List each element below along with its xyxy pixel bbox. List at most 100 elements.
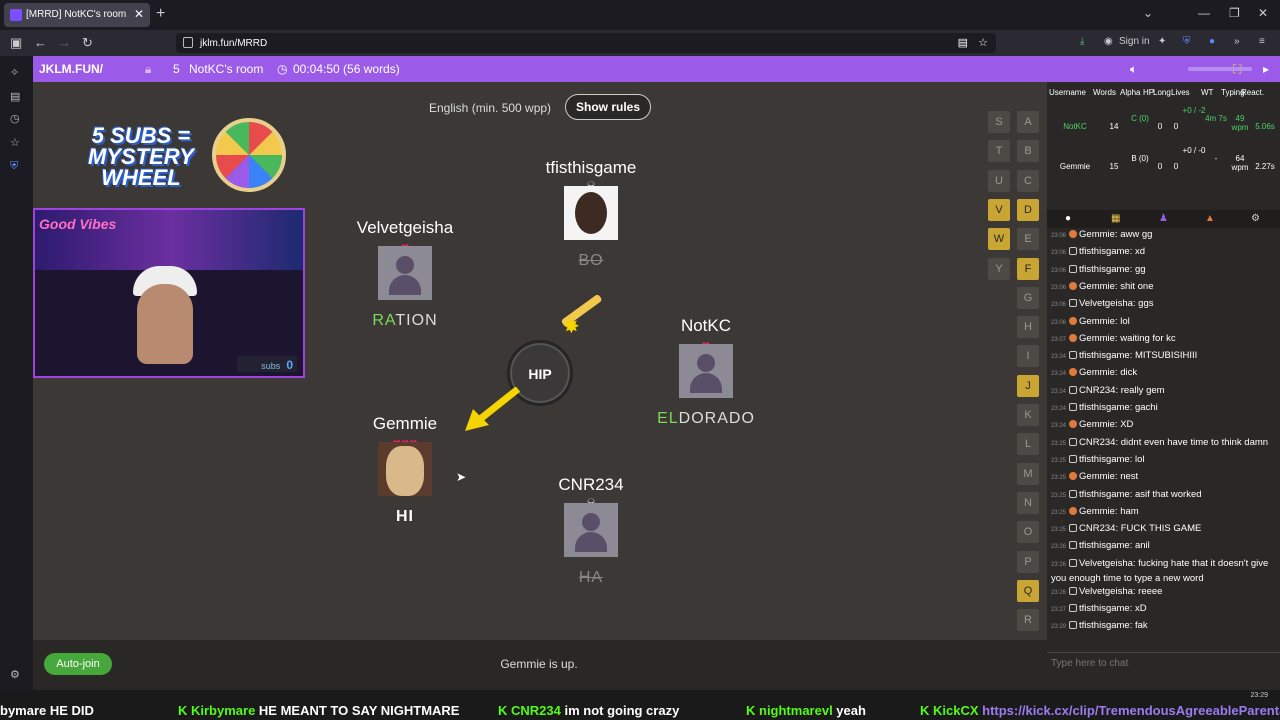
chat-text: waiting for kc — [1120, 332, 1176, 344]
fullscreen-icon[interactable]: ⛶ — [1233, 62, 1241, 77]
chat-username: tfisthisgame — [1079, 246, 1130, 258]
forward-icon[interactable]: → — [58, 35, 71, 50]
subs-counter: subs 0 — [237, 356, 297, 372]
lock-icon — [183, 37, 193, 48]
browser-nav-bar: ▣ ← → ↻ jklm.fun/MRRD ▤ ☆ ⤓ ◉ Sign in ✦ … — [0, 30, 1280, 56]
leaderboard-header[interactable]: Words — [1093, 88, 1116, 97]
leaderboard-cell-react: 2.27s — [1255, 162, 1275, 171]
browser-tab[interactable]: [MRRD] NotKC's room ✕ — [4, 3, 150, 27]
close-tab-icon[interactable]: ✕ — [134, 7, 144, 21]
extensions-icon[interactable]: ✦ — [1158, 36, 1166, 47]
show-rules-button[interactable]: Show rules — [565, 94, 651, 120]
collapse-panel-icon[interactable]: ▸ — [1263, 62, 1269, 76]
chat-username: Gemmie — [1079, 315, 1115, 327]
more-tools-icon[interactable]: » — [1234, 36, 1240, 47]
bonus-letter-e: E — [1017, 228, 1039, 251]
site-name[interactable]: JKLM.FUN/ — [39, 62, 103, 76]
chat-message: 23:29 tfisthisgame: fak — [1051, 620, 1148, 632]
leaderboard-cell-long: 0 — [1173, 162, 1179, 171]
user-avatar-icon — [1069, 541, 1078, 550]
leaderboard-row: NotKC 14 C (0) 0 0 +0 / -2 4m 7s 49 wpm 5.06s — [1047, 104, 1280, 144]
bonus-letter-j: J — [1017, 374, 1039, 397]
leaderboard-header[interactable]: Long — [1153, 88, 1171, 97]
chat-text: lol — [1134, 453, 1145, 465]
volume-icon[interactable]: 🔈︎ — [1130, 62, 1137, 77]
game-timer: 00:04:50 (56 words) — [293, 62, 400, 76]
user-avatar-icon — [1069, 604, 1078, 612]
volume-slider[interactable] — [1188, 67, 1252, 71]
leaderboard-header[interactable]: WT — [1201, 88, 1213, 97]
auto-join-button[interactable]: Auto-join — [44, 653, 112, 675]
chat-message: 23:27 tfisthisgame: xD — [1051, 603, 1147, 614]
settings-gear-icon[interactable]: ⚙ — [10, 668, 23, 681]
reader-view-icon[interactable]: ▤ — [958, 36, 968, 49]
new-tab-icon[interactable]: + — [156, 5, 165, 23]
webcam-overlay: Good Vibes subs 0 — [33, 208, 305, 378]
account-icon[interactable]: ◉ — [1104, 36, 1113, 47]
chat-username: Gemmie — [1079, 280, 1115, 292]
minimize-icon[interactable]: — — [1198, 6, 1210, 20]
leaderboard-header[interactable]: Alpha — [1120, 88, 1140, 97]
chat-username: Velvetgeisha — [1079, 298, 1133, 310]
back-icon[interactable]: ← — [34, 35, 47, 50]
bookmark-star-icon[interactable]: ☆ — [978, 36, 988, 49]
user-avatar-icon — [1069, 420, 1078, 429]
leaderboard-cell-react: 5.06s — [1255, 122, 1275, 131]
taskbar: bymare HE DID K Kirbymare HE MEANT TO SAY… — [0, 690, 1280, 720]
bonus-letter-w: W — [988, 228, 1010, 251]
bonus-letter-s: S — [988, 111, 1010, 133]
notification-icon[interactable]: ▲ — [1205, 213, 1215, 224]
chat-text: ggs — [1138, 298, 1154, 310]
leaderboard-cell-user: Gemmie — [1059, 162, 1091, 171]
leaderboard-header[interactable]: React. — [1241, 88, 1264, 97]
bonus-letter-k: K — [1017, 404, 1039, 426]
history-icon[interactable]: ◷ — [10, 112, 23, 125]
players-icon[interactable]: ♟ — [1159, 213, 1168, 224]
leaderboard-header[interactable]: Username — [1049, 88, 1086, 97]
chat-tab-icon[interactable]: ● — [1065, 213, 1071, 224]
chat-username: tfisthisgame — [1079, 402, 1130, 413]
tab-title: [MRRD] NotKC's room — [26, 9, 127, 20]
reload-icon[interactable]: ↻ — [82, 35, 93, 51]
bonus-letter-t: T — [988, 140, 1010, 163]
mystery-wheel-overlay: 5 SUBS = MYSTERY WHEEL — [76, 118, 286, 202]
chat-message: 23:24 CNR234: really gem — [1051, 384, 1165, 396]
turn-status: Gemmie is up. — [500, 657, 578, 671]
language-label: English (min. 500 wpp) — [429, 101, 552, 115]
player-cnr234: CNR234 ☠ HA — [521, 475, 661, 587]
chat-username: tfisthisgame — [1079, 488, 1130, 500]
chat-text: reeee — [1138, 585, 1163, 597]
turn-arrow-icon — [465, 387, 521, 431]
leaderboard-header[interactable]: Lives — [1171, 88, 1190, 97]
shield-icon[interactable]: ⛨ — [1183, 36, 1191, 47]
trophy-icon[interactable]: ▦ — [1111, 213, 1120, 224]
bonus-letter-q: Q — [1017, 579, 1039, 602]
restore-icon[interactable]: ❐ — [1229, 6, 1240, 20]
chat-text: xD — [1134, 603, 1147, 614]
shield-icon[interactable]: ⛨ — [10, 160, 23, 173]
user-avatar-icon — [1069, 230, 1078, 238]
bookmarks-icon[interactable]: ☆ — [10, 136, 23, 149]
user-avatar-icon — [1069, 437, 1078, 446]
settings-gear-icon[interactable]: ⚙ — [1251, 213, 1260, 224]
tab-sync-icon[interactable]: ▤ — [10, 90, 23, 103]
download-icon[interactable]: ⤓ — [1080, 36, 1084, 47]
user-avatar-icon — [1069, 264, 1078, 273]
tab-list-icon[interactable]: ⌄ — [1143, 6, 1153, 20]
player-count: 5 — [173, 62, 180, 76]
chat-input[interactable] — [1047, 652, 1280, 674]
chat-message: 23:25 CNR234: didnt even have time to thi… — [1051, 436, 1269, 448]
extension-icon[interactable]: ● — [1209, 36, 1215, 47]
chat-text: really gem — [1120, 384, 1165, 396]
url-text: jklm.fun/MRRD — [200, 38, 268, 49]
url-bar[interactable]: jklm.fun/MRRD ▤ ☆ — [176, 33, 996, 53]
sign-in-link[interactable]: Sign in — [1119, 36, 1150, 47]
chat-text: xd — [1134, 246, 1146, 258]
user-avatar-icon — [1069, 524, 1078, 533]
close-window-icon[interactable]: ✕ — [1258, 6, 1268, 20]
ai-icon[interactable]: ✧ — [10, 66, 23, 79]
menu-icon[interactable]: ≡ — [1259, 36, 1265, 47]
chat-message: 23:24 tfisthisgame: gachi — [1051, 402, 1158, 413]
sidebar-toggle-icon[interactable]: ▣ — [10, 35, 22, 51]
chat-message: 23:25 CNR234: FUCK THIS GAME — [1051, 523, 1202, 535]
